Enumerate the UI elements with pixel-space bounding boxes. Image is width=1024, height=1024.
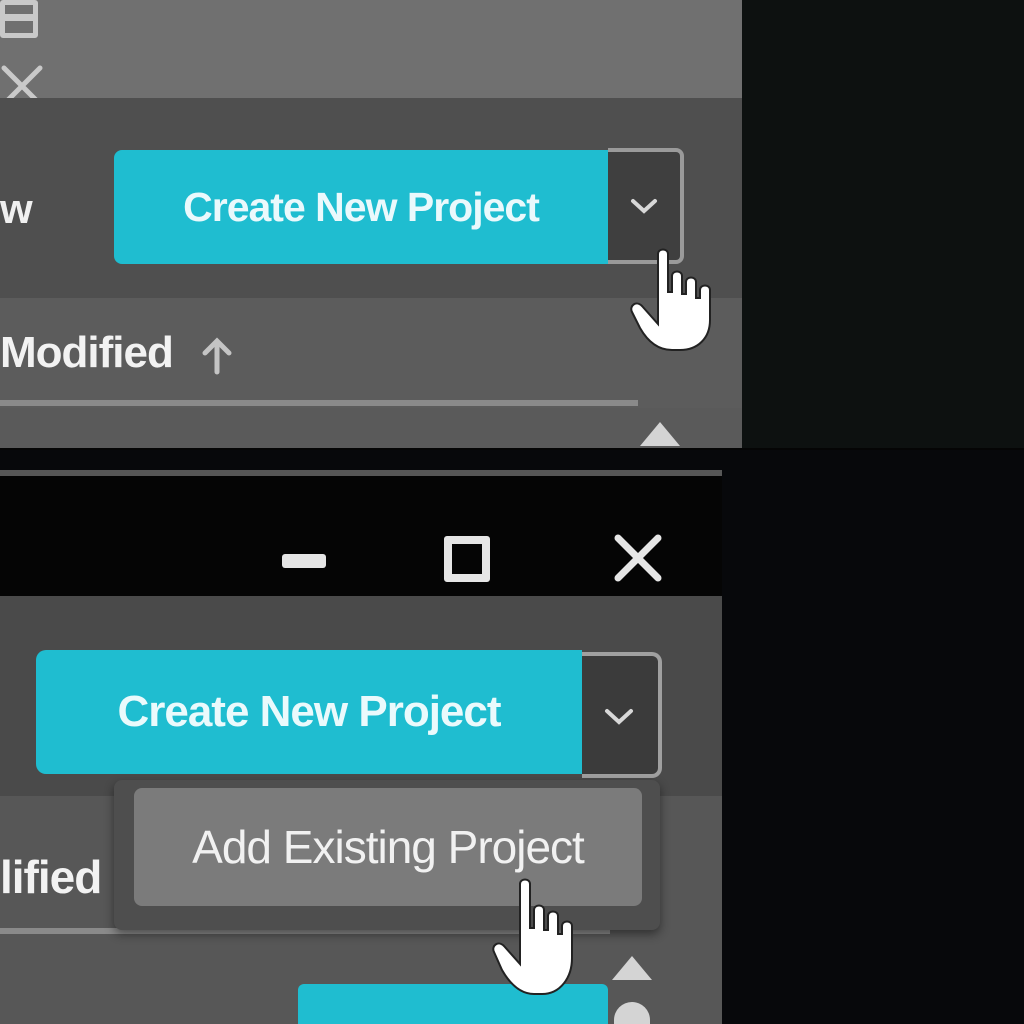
title-bar [0,0,742,107]
maximize-icon[interactable] [444,536,490,582]
create-new-project-button[interactable]: Create New Project [114,150,608,264]
hand-pointer-cursor-icon [630,248,711,351]
screenshot-bottom: Create New Project lified Add Existing P… [0,450,1024,1024]
sort-up-arrow-icon [202,337,232,375]
app-window: w Create New Project Modified [0,0,742,450]
header-divider [0,400,638,406]
screenshot-top: w Create New Project Modified [0,0,1024,450]
close-icon[interactable] [612,532,664,584]
column-header-modified[interactable]: lified [0,850,102,904]
partial-label: w [0,185,33,232]
chevron-down-icon [605,709,633,725]
create-project-dropdown-toggle[interactable] [582,652,662,778]
hand-pointer-cursor-icon [492,878,573,995]
scroll-up-icon[interactable] [612,956,652,980]
create-new-project-button[interactable]: Create New Project [36,650,582,774]
maximize-icon[interactable] [0,28,36,64]
title-bar [0,476,722,596]
column-header-modified[interactable]: Modified [0,328,174,378]
scroll-up-icon[interactable] [640,422,680,446]
chevron-down-icon [631,199,657,214]
minimize-icon[interactable] [282,554,326,568]
